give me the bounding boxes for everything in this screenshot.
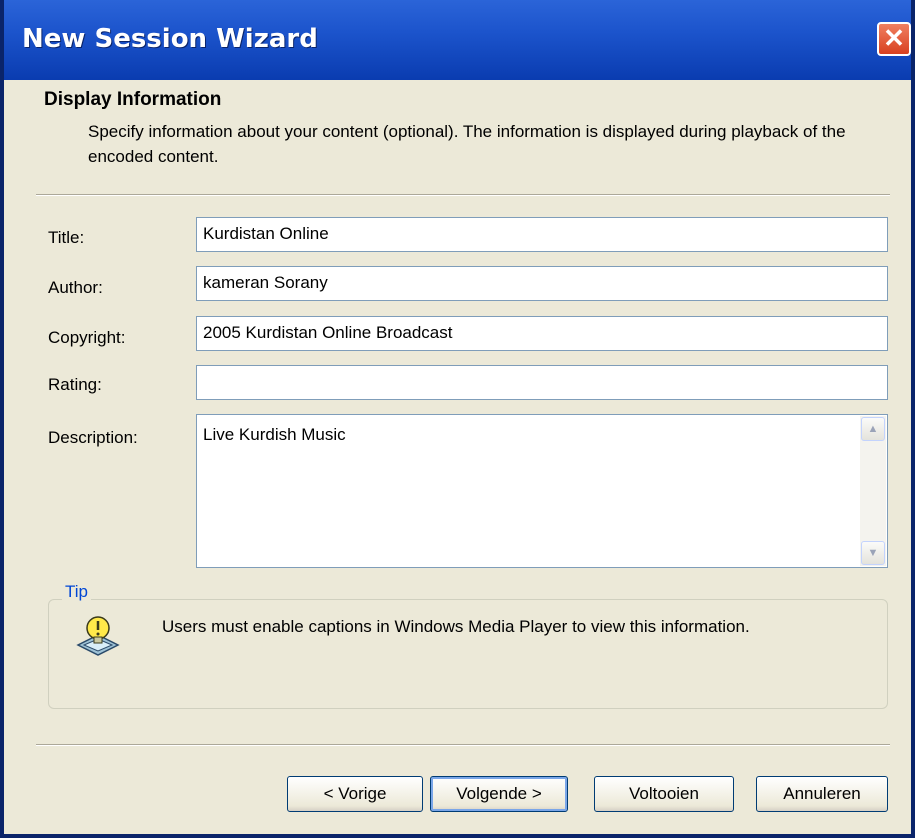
- author-label: Author:: [48, 278, 103, 297]
- tip-legend: Tip: [62, 582, 91, 602]
- cancel-button[interactable]: Annuleren: [756, 776, 888, 812]
- description-scrollbar[interactable]: ▲ ▼: [860, 416, 886, 566]
- finish-button[interactable]: Voltooien: [594, 776, 734, 812]
- rating-field[interactable]: [196, 365, 888, 400]
- page-title: Display Information: [44, 89, 222, 110]
- title-label: Title:: [48, 228, 85, 247]
- description-field[interactable]: Live Kurdish Music ▲ ▼: [196, 414, 888, 568]
- description-label: Description:: [48, 428, 138, 447]
- chevron-up-icon: ▲: [867, 423, 879, 435]
- chevron-down-icon: ▼: [867, 547, 879, 559]
- description-text: Live Kurdish Music: [203, 425, 346, 444]
- back-button[interactable]: < Vorige: [287, 776, 423, 812]
- page-description: Specify information about your content (…: [88, 122, 846, 166]
- close-button[interactable]: ✕: [877, 22, 911, 56]
- close-icon: ✕: [883, 23, 905, 53]
- tip-text: Users must enable captions in Windows Me…: [162, 617, 750, 636]
- title-bar[interactable]: New Session Wizard: [4, 0, 911, 80]
- title-field[interactable]: Kurdistan Online: [196, 217, 888, 252]
- next-button[interactable]: Volgende >: [430, 776, 568, 812]
- rating-label: Rating:: [48, 375, 102, 394]
- footer-divider: [36, 744, 890, 746]
- scroll-down-button[interactable]: ▼: [861, 541, 885, 565]
- lightbulb-icon: [76, 616, 120, 656]
- author-field[interactable]: kameran Sorany: [196, 266, 888, 301]
- copyright-label: Copyright:: [48, 328, 126, 347]
- scroll-up-button[interactable]: ▲: [861, 417, 885, 441]
- header-divider: [36, 194, 890, 196]
- copyright-field[interactable]: 2005 Kurdistan Online Broadcast: [196, 316, 888, 351]
- window-title: New Session Wizard: [22, 24, 318, 54]
